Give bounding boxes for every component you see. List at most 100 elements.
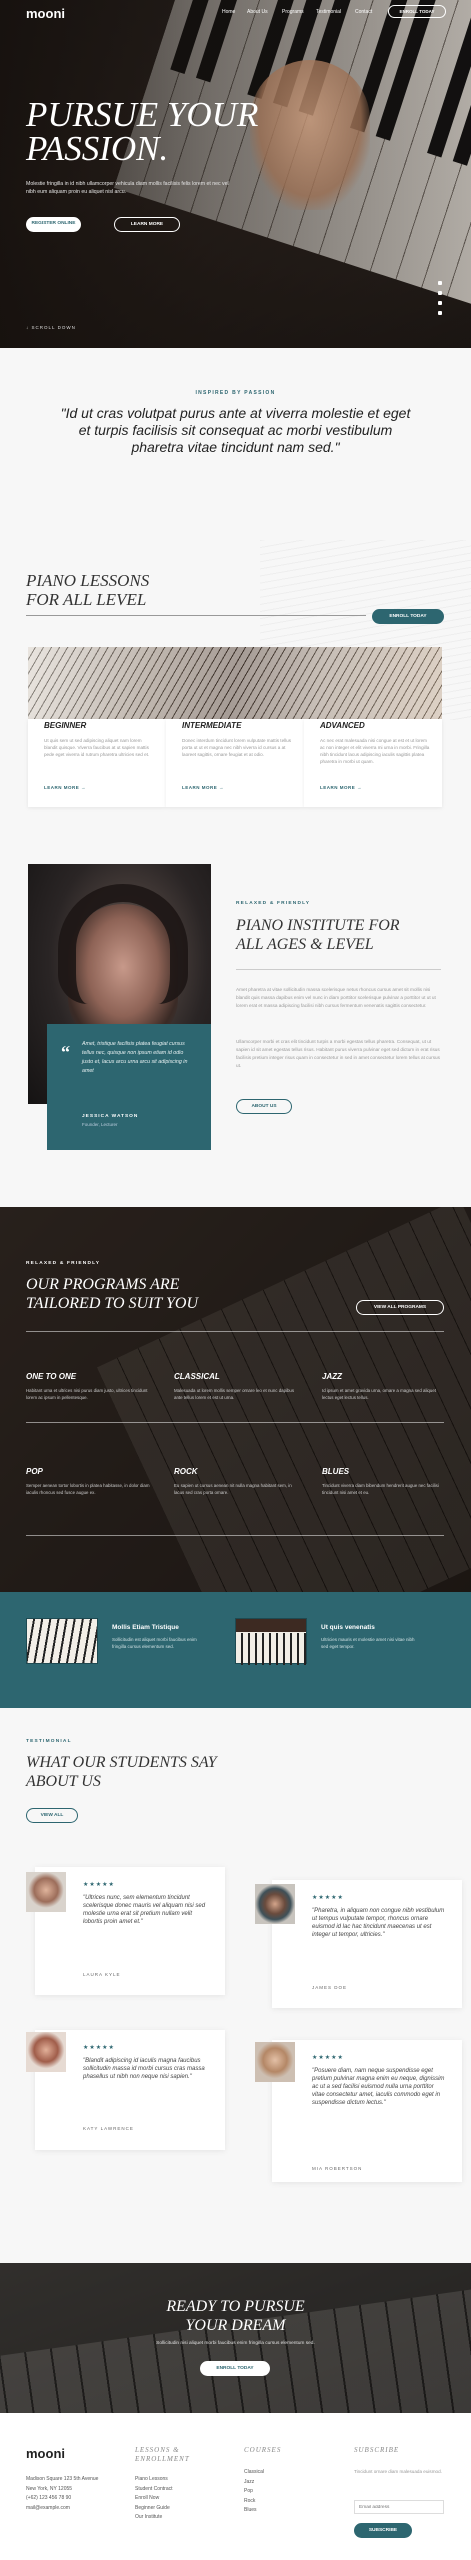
testimonial-quote: "Blandit adipiscing id iaculis magna fau… <box>83 2058 205 2080</box>
testimonial-card: ★★★★★ "Pharetra, in aliquam non congue n… <box>272 1880 462 2008</box>
address-line: Madison Square 123 5th Avenue <box>26 2476 99 2482</box>
institute-paragraph-1: Amet pharetra at vitae sollicitudin mass… <box>236 987 436 1008</box>
cta-title: READY TO PURSUE YOUR DREAM <box>0 2297 471 2335</box>
facebook-icon[interactable] <box>438 281 442 285</box>
avatar <box>255 1884 295 1924</box>
lesson-title: ADVANCED <box>320 721 365 730</box>
institute-title-line1: PIANO INSTITUTE FOR <box>236 917 400 934</box>
email-input[interactable] <box>354 2500 444 2514</box>
quote-icon: “ <box>61 1042 70 1062</box>
instagram-icon[interactable] <box>438 301 442 305</box>
subscribe-text: Tincidunt ornare diam malesuada euismod. <box>354 2469 442 2474</box>
scroll-down-label: SCROLL DOWN <box>31 325 76 330</box>
institute-subtitle: RELAXED & FRIENDLY <box>236 901 311 906</box>
footer-logo[interactable]: mooni <box>26 2446 65 2461</box>
footer-link[interactable]: Beginner Guide <box>135 2504 173 2514</box>
email[interactable]: mail@example.com <box>26 2504 98 2514</box>
lessons-title-line2: FOR ALL LEVEL <box>26 590 147 609</box>
testimonials-subtitle: TESTIMONIAL <box>26 1739 72 1744</box>
footer: mooni Madison Square 123 5th Avenue New … <box>0 2413 471 2560</box>
phone[interactable]: (+62) 123 456 78 90 <box>26 2494 98 2504</box>
nav-contact[interactable]: Contact <box>355 9 372 15</box>
hero-text: Molestie fringilla in id nibh ullamcorpe… <box>26 181 229 195</box>
program-title: BLUES <box>322 1467 350 1476</box>
footer-link[interactable]: Enroll Now <box>135 2494 173 2504</box>
feature-title: Mollis Etiam Tristique <box>112 1624 179 1631</box>
footer-link[interactable]: Pop <box>244 2487 264 2497</box>
learn-more-button[interactable]: LEARN MORE <box>114 217 180 232</box>
nav-programs[interactable]: Programs <box>282 9 304 15</box>
hero-section: mooni Home About Us Programs Testimonial… <box>0 0 471 348</box>
nav-testimonial[interactable]: Testimonial <box>316 9 341 15</box>
feature-band: Mollis Etiam Tristique Sollicitudin est … <box>0 1592 471 1708</box>
footer-link[interactable]: Rock <box>244 2497 264 2507</box>
program-text: Tincidunt viverra diam bibendum hendreri… <box>322 1483 439 1495</box>
logo[interactable]: mooni <box>26 6 65 21</box>
register-button[interactable]: REGISTER ONLINE <box>26 217 81 232</box>
lesson-link[interactable]: LEARN MORE → <box>320 785 362 790</box>
cta-title-line1: READY TO PURSUE <box>166 2298 305 2315</box>
testimonial-name: MIA ROBERTSON <box>312 2166 363 2171</box>
lessons-title-line1: PIANO LESSONS <box>26 571 150 590</box>
star-rating: ★★★★★ <box>312 2055 344 2061</box>
footer-link[interactable]: Piano Lessons <box>135 2475 173 2485</box>
lesson-title: BEGINNER <box>44 721 87 730</box>
cta-enroll-button[interactable]: ENROLL TODAY <box>200 2361 270 2376</box>
program-title: CLASSICAL <box>174 1372 220 1381</box>
footer-address: Madison Square 123 5th Avenue New York, … <box>26 2475 98 2513</box>
star-rating: ★★★★★ <box>312 1895 344 1901</box>
program-text: Malesuada ut lorem mollis semper ornare … <box>174 1388 295 1400</box>
testimonials-title: WHAT OUR STUDENTS SAY ABOUT US <box>26 1753 326 1791</box>
avatar <box>26 1872 66 1912</box>
lessons-enroll-button[interactable]: ENROLL TODAY <box>372 609 444 624</box>
footer-link[interactable]: Classical <box>244 2468 264 2478</box>
twitter-icon[interactable] <box>438 291 442 295</box>
lesson-text: Donec interdum tincidunt lorem vulputate… <box>182 738 292 757</box>
testimonial-quote: "Ultrices nunc, sem elementum tincidunt … <box>83 1895 206 1925</box>
footer-link[interactable]: Blues <box>244 2506 264 2516</box>
view-all-button[interactable]: VIEW ALL <box>26 1808 78 1823</box>
avatar <box>255 2042 295 2082</box>
institute-paragraph-2: Ullamcorper morbi et cras elit tincidunt… <box>236 1039 440 1068</box>
view-all-programs-button[interactable]: VIEW ALL PROGRAMS <box>356 1300 444 1315</box>
instructor-quote: Amet, tristique facilisis platea feugiat… <box>82 1041 188 1074</box>
hero-title-line1: PURSUE YOUR <box>26 95 259 134</box>
programs-title-line2: TAILORED TO SUIT YOU <box>26 1295 199 1312</box>
about-us-button[interactable]: ABOUT US <box>236 1099 292 1114</box>
lesson-card-advanced[interactable]: ADVANCED Ac nec erat malesuada nisi cong… <box>304 719 442 807</box>
star-rating: ★★★★★ <box>83 2045 115 2051</box>
lesson-card-intermediate[interactable]: INTERMEDIATE Donec interdum tincidunt lo… <box>166 719 304 807</box>
institute-title: PIANO INSTITUTE FOR ALL AGES & LEVEL <box>236 916 436 954</box>
feature-image-player <box>235 1618 307 1665</box>
footer-col2: Classical Jazz Pop Rock Blues <box>244 2468 264 2516</box>
enroll-nav-button[interactable]: ENROLL TODAY <box>388 5 446 18</box>
avatar <box>26 2032 66 2072</box>
testimonial-name: LAURA KYLE <box>83 1972 121 1977</box>
program-title: POP <box>26 1467 43 1476</box>
hero-title: PURSUE YOUR PASSION. <box>26 95 326 166</box>
footer-col1-title: LESSONS & ENROLLMENT <box>135 2446 190 2463</box>
program-text: Habitant urna et ultrices nisi purus dia… <box>26 1388 148 1400</box>
divider <box>26 1422 444 1423</box>
scroll-down[interactable]: ↓ SCROLL DOWN <box>26 325 76 330</box>
footer-link[interactable]: Our Institute <box>135 2513 173 2523</box>
lesson-card-beginner[interactable]: BEGINNER Ut quis sem ut sed adipiscing a… <box>28 719 166 807</box>
cta-text: Sollicitudin nisi aliquet morbi faucibus… <box>156 2341 315 2346</box>
testimonial-card: ★★★★★ "Posuere diam, nam neque suspendis… <box>272 2040 462 2182</box>
footer-link[interactable]: Student Contract <box>135 2485 173 2495</box>
nav-home[interactable]: Home <box>222 9 235 15</box>
lesson-link[interactable]: LEARN MORE → <box>182 785 224 790</box>
lessons-banner-image <box>28 647 442 719</box>
instructor-name: JESSICA WATSON <box>82 1114 139 1119</box>
nav-about[interactable]: About Us <box>247 9 268 15</box>
lesson-link[interactable]: LEARN MORE → <box>44 785 86 790</box>
lessons-title: PIANO LESSONS FOR ALL LEVEL <box>26 571 226 609</box>
divider <box>26 1535 444 1536</box>
lesson-text: Ac nec erat malesuada nisi congue at est… <box>320 738 430 764</box>
subscribe-button[interactable]: SUBSCRIBE <box>354 2523 412 2538</box>
divider <box>26 1331 444 1332</box>
footer-link[interactable]: Jazz <box>244 2478 264 2488</box>
feature-text: Sollicitudin est aliquet morbi faucibus … <box>112 1637 197 1649</box>
address-line: New York, NY 12055 <box>26 2485 73 2492</box>
youtube-icon[interactable] <box>438 311 442 315</box>
